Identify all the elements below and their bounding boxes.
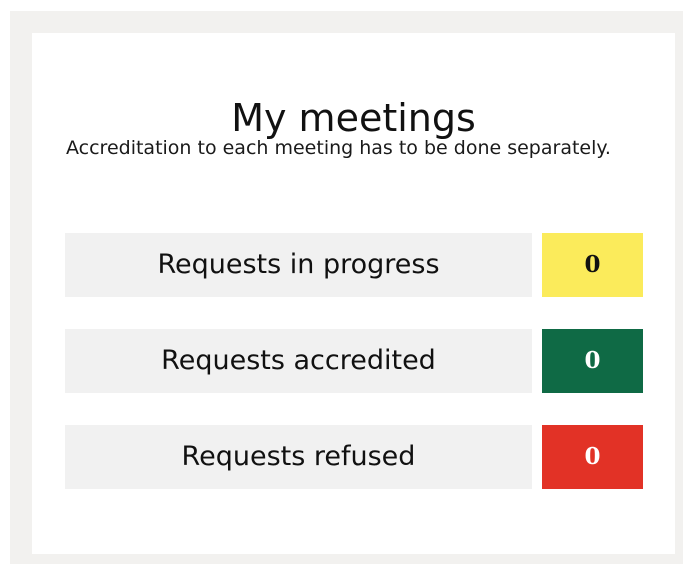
requests-refused-row[interactable]: Requests refused 0	[65, 425, 644, 489]
requests-refused-label[interactable]: Requests refused	[65, 425, 532, 489]
requests-in-progress-label[interactable]: Requests in progress	[65, 233, 532, 297]
requests-accredited-label[interactable]: Requests accredited	[65, 329, 532, 393]
requests-refused-count[interactable]: 0	[542, 425, 643, 489]
requests-in-progress-count[interactable]: 0	[542, 233, 643, 297]
my-meetings-card: My meetings Accreditation to each meetin…	[32, 33, 675, 554]
requests-accredited-count[interactable]: 0	[542, 329, 643, 393]
requests-accredited-row[interactable]: Requests accredited 0	[65, 329, 644, 393]
requests-in-progress-row[interactable]: Requests in progress 0	[65, 233, 644, 297]
intro-text: Accreditation to each meeting has to be …	[66, 137, 611, 159]
